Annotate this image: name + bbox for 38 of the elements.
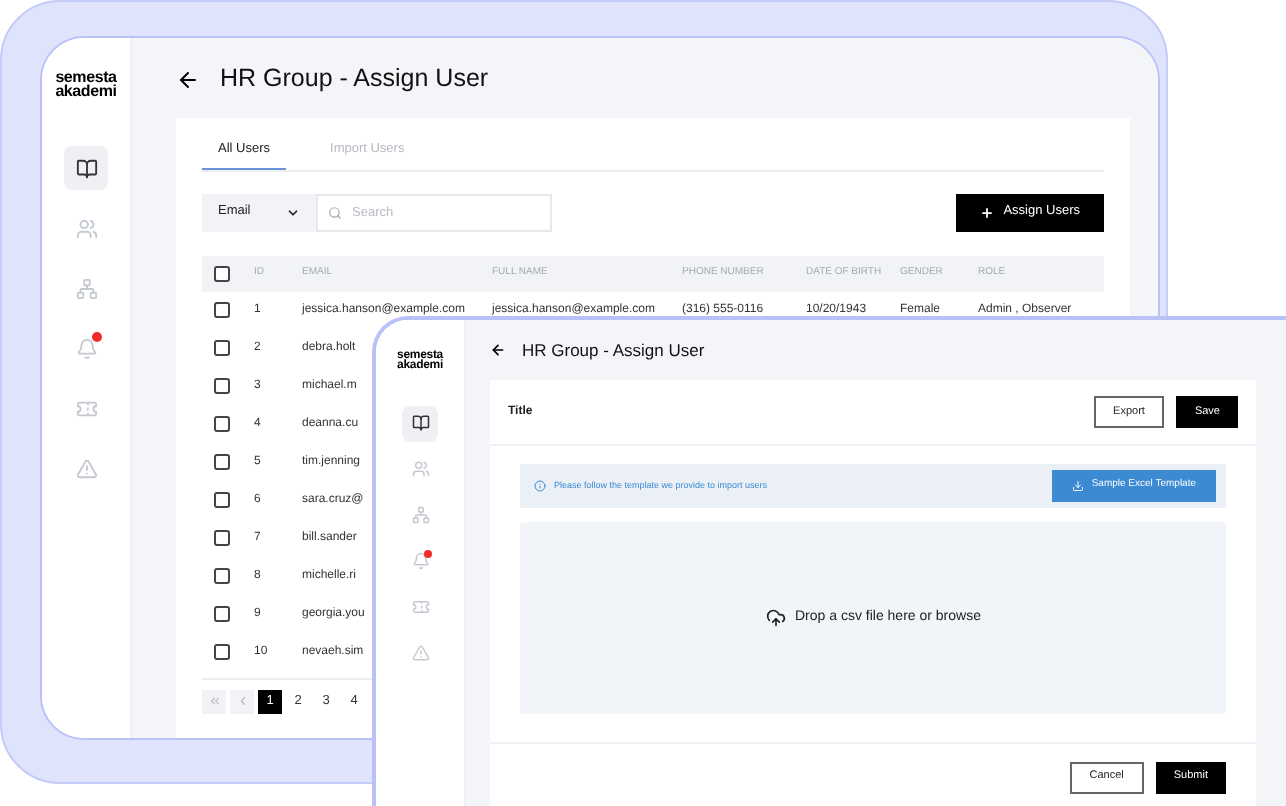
checkbox[interactable] xyxy=(214,606,230,623)
checkbox[interactable] xyxy=(214,530,230,547)
sidebar-item[interactable] xyxy=(64,146,108,191)
users-icon xyxy=(411,460,429,479)
back-arrow-icon[interactable] xyxy=(490,342,506,358)
plus-icon xyxy=(979,205,994,220)
caret-icon xyxy=(286,205,300,220)
back-arrow-icon[interactable] xyxy=(176,67,200,91)
checkbox[interactable] xyxy=(214,644,230,661)
checkbox[interactable] xyxy=(214,454,230,471)
users-icon xyxy=(75,217,97,240)
bell-icon xyxy=(75,337,97,360)
warning-icon xyxy=(75,457,97,480)
book-icon xyxy=(75,157,97,180)
upload-icon xyxy=(765,608,785,628)
sidebar-item[interactable] xyxy=(402,405,438,442)
checkbox[interactable] xyxy=(214,340,230,357)
warning-icon xyxy=(411,644,429,663)
checkbox[interactable] xyxy=(214,265,230,282)
ticket-icon xyxy=(75,397,97,420)
book-icon xyxy=(411,414,429,433)
org-chart-icon xyxy=(75,277,97,300)
checkbox[interactable] xyxy=(214,492,230,509)
ticket-icon xyxy=(411,598,429,617)
checkbox[interactable] xyxy=(214,416,230,433)
page-title: HR Group - Assign User xyxy=(522,337,705,363)
org-chart-icon xyxy=(411,506,429,525)
double-chevron-icon xyxy=(207,694,221,709)
bell-icon xyxy=(411,552,429,571)
search-icon xyxy=(328,205,342,220)
chevron-icon xyxy=(235,694,249,709)
info-icon xyxy=(534,480,546,492)
page-title: HR Group - Assign User xyxy=(220,62,489,97)
download-icon xyxy=(1071,480,1084,492)
checkbox[interactable] xyxy=(214,378,230,395)
checkbox[interactable] xyxy=(214,568,230,585)
logo: semesta akademi xyxy=(55,70,117,99)
checkbox[interactable] xyxy=(214,302,230,319)
